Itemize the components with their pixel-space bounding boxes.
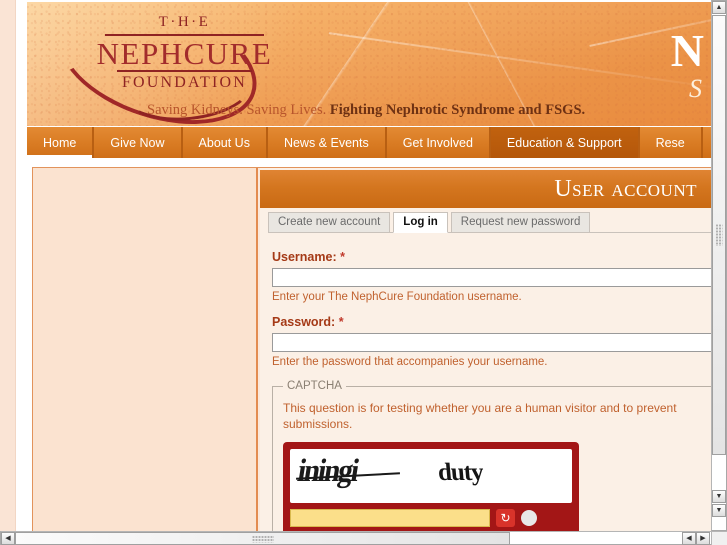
refresh-icon[interactable]: ↻ bbox=[496, 509, 515, 528]
scroll-up-arrow-icon[interactable]: ▲ bbox=[712, 1, 726, 14]
site-tagline: Saving Kidneys. Saving Lives. Fighting N… bbox=[147, 102, 585, 119]
account-tabs: Create new account Log in Request new pa… bbox=[268, 212, 711, 233]
scroll-left-arrow-icon[interactable]: ◀ bbox=[1, 532, 15, 545]
username-label: Username: * bbox=[272, 250, 711, 264]
captcha-answer-row: ↻ bbox=[290, 508, 572, 528]
site-banner: T·H·E NEPHCURE FOUNDATION Saving Kidneys… bbox=[27, 2, 712, 126]
content-frame: User account Create new account Log in R… bbox=[32, 167, 712, 531]
tab-create-new-account[interactable]: Create new account bbox=[268, 212, 391, 232]
captcha-legend: CAPTCHA bbox=[287, 380, 342, 392]
banner-large-letter: N bbox=[670, 25, 704, 76]
vertical-scrollbar[interactable]: ▲ ▼ ▼ bbox=[711, 0, 727, 531]
username-label-text: Username: bbox=[272, 250, 337, 264]
browser-viewport: T·H·E NEPHCURE FOUNDATION Saving Kidneys… bbox=[0, 0, 727, 545]
page-left-margin bbox=[0, 0, 16, 531]
tagline-bold: Fighting Nephrotic Syndrome and FSGS. bbox=[329, 102, 586, 118]
vertical-scrollbar-thumb[interactable] bbox=[712, 15, 726, 455]
logo-line-foundation: FOUNDATION bbox=[121, 74, 248, 92]
horizontal-scrollbar-thumb[interactable] bbox=[15, 532, 510, 545]
scroll-down-arrow-icon-2[interactable]: ▼ bbox=[712, 504, 726, 517]
password-description: Enter the password that accompanies your… bbox=[272, 356, 548, 368]
logo-line-the: T·H·E bbox=[158, 14, 211, 30]
sidebar-inner bbox=[35, 168, 256, 531]
nav-item-news-events[interactable]: News & Events bbox=[268, 127, 387, 158]
captcha-answer-input[interactable] bbox=[290, 509, 490, 528]
scroll-left-arrow-icon-2[interactable]: ◀ bbox=[682, 532, 696, 545]
scrollbar-corner bbox=[711, 531, 727, 545]
main-content-column: User account Create new account Log in R… bbox=[260, 168, 711, 531]
password-label: Password: * bbox=[272, 315, 711, 329]
tagline-light: Saving Kidneys. Saving Lives. bbox=[147, 102, 327, 118]
captcha-fieldset: CAPTCHA This question is for testing whe… bbox=[272, 380, 711, 531]
scroll-right-arrow-icon[interactable]: ▶ bbox=[696, 532, 710, 545]
web-page: T·H·E NEPHCURE FOUNDATION Saving Kidneys… bbox=[0, 0, 712, 531]
main-navigation: Home Give Now About Us News & Events Get… bbox=[27, 127, 712, 158]
nav-item-get-involved[interactable]: Get Involved bbox=[387, 127, 491, 158]
sidebar-panel bbox=[33, 168, 258, 531]
page-left-gap bbox=[17, 0, 27, 531]
password-label-text: Password: bbox=[272, 315, 336, 329]
nav-item-home[interactable]: Home bbox=[27, 127, 95, 158]
tab-request-new-password[interactable]: Request new password bbox=[450, 212, 591, 232]
login-form: Username: * Enter your The NephCure Foun… bbox=[260, 238, 711, 531]
scrollbar-grip bbox=[715, 224, 723, 246]
username-description: Enter your The NephCure Foundation usern… bbox=[272, 291, 522, 303]
horizontal-scrollbar[interactable]: ◀ ◀ ▶ bbox=[0, 531, 727, 545]
page-title-bar: User account bbox=[260, 170, 711, 208]
captcha-image: iningi duty bbox=[290, 449, 572, 504]
captcha-description: This question is for testing whether you… bbox=[283, 401, 677, 432]
scrollbar-grip bbox=[251, 535, 274, 542]
username-input[interactable] bbox=[272, 268, 711, 287]
audio-icon[interactable] bbox=[521, 510, 537, 527]
recaptcha-widget: iningi duty ↻ bbox=[283, 442, 579, 531]
captcha-word-one: iningi bbox=[295, 453, 360, 490]
nav-active-underline bbox=[27, 155, 92, 158]
banner-large-sub: S bbox=[689, 74, 702, 103]
scroll-down-arrow-icon[interactable]: ▼ bbox=[712, 490, 726, 503]
nav-item-about-us[interactable]: About Us bbox=[183, 127, 268, 158]
nav-item-give-now[interactable]: Give Now bbox=[94, 127, 183, 158]
nav-item-research[interactable]: Rese bbox=[640, 127, 703, 158]
password-required-marker: * bbox=[338, 315, 344, 329]
username-required-marker: * bbox=[340, 250, 345, 264]
nav-item-education-support[interactable]: Education & Support bbox=[490, 127, 640, 158]
password-input[interactable] bbox=[272, 333, 711, 352]
banner-streak bbox=[328, 32, 712, 90]
logo-line-nephcure: NEPHCURE bbox=[96, 35, 273, 71]
tab-log-in[interactable]: Log in bbox=[393, 212, 448, 233]
page-title: User account bbox=[554, 175, 697, 202]
site-logo[interactable]: T·H·E NEPHCURE FOUNDATION bbox=[87, 14, 282, 92]
captcha-word-two: duty bbox=[436, 459, 484, 487]
